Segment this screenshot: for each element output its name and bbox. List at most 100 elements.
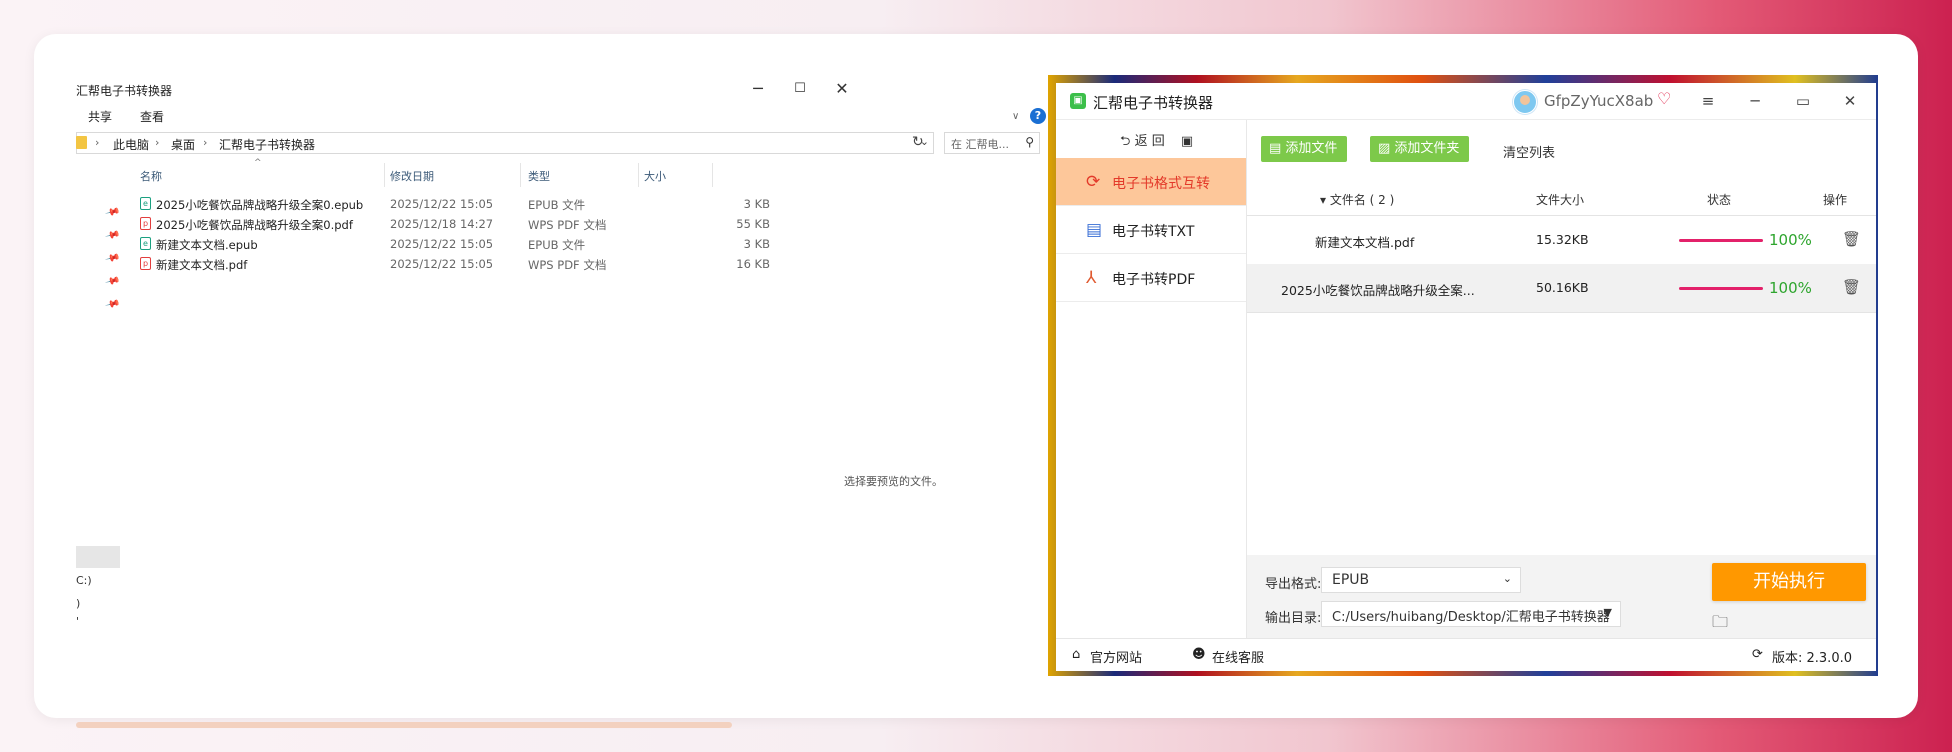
nav-pane-selected-item[interactable] [76,546,120,568]
sidebar-item-label: 电子书转PDF [1112,272,1196,288]
version-text: 版本: 2.3.0.0 [1772,651,1852,666]
pdf-icon: ⅄ [1086,268,1097,288]
converter-window: ▣ 汇帮电子书转换器 GfpZyYucX8ab ♡ ≡ ─ ▭ ✕ ⮌ 返 回 … [1056,83,1876,671]
file-size: 3 KB [743,237,770,251]
export-format-select[interactable]: EPUB ⌄ [1321,567,1521,593]
output-dir-label: 输出目录: [1265,611,1322,626]
address-bar[interactable]: › 此电脑 › 桌面 › 汇帮电子书转换器 ⌄ [76,132,934,154]
app-title: 汇帮电子书转换器 [1093,94,1214,112]
column-action: 操作 [1823,193,1848,207]
breadcrumb-desktop[interactable]: 桌面 [171,136,195,153]
add-folder-button[interactable]: ▨ 添加文件夹 [1370,136,1470,162]
clear-list-button[interactable]: 清空列表 [1503,142,1555,161]
file-name: 新建文本文档.pdf [156,258,248,272]
sidebar-item-format-convert[interactable]: ⟳ 电子书格式互转 [1056,158,1246,206]
column-size[interactable]: 大小 [644,168,666,184]
vip-diamond-icon[interactable]: ♡ [1657,89,1671,108]
column-name[interactable]: 名称 [140,168,162,184]
progress-bar [1679,239,1763,242]
folder-icon [76,136,87,149]
file-size: 55 KB [736,217,770,231]
table-row[interactable]: 新建文本文档.pdf 15.32KB 100% 🗑 [1247,215,1876,265]
column-divider [638,163,639,187]
start-button[interactable]: 开始执行 [1712,563,1866,601]
back-button[interactable]: ⮌ 返 回 ▣ [1120,130,1193,154]
maximize-button[interactable]: ▭ [1791,89,1815,113]
table-row[interactable]: 2025小吃餐饮品牌战略升级全案... 50.16KB 100% 🗑 [1247,264,1876,313]
sidebar: ⮌ 返 回 ▣ ⟳ 电子书格式互转 ▤ 电子书转TXT ⅄ 电子书转PDF [1056,120,1247,638]
column-status: 状态 [1707,193,1732,207]
column-type[interactable]: 类型 [528,168,550,184]
minimize-button[interactable]: ─ [746,77,770,101]
refresh-icon[interactable]: ↻ [912,134,924,150]
column-divider [384,163,385,187]
progress-percent: 100% [1769,279,1812,297]
column-date[interactable]: 修改日期 [390,168,434,184]
chevron-right-icon: › [95,136,100,149]
website-link[interactable]: 官方网站 [1090,647,1142,666]
menu-view[interactable]: 查看 [140,108,164,125]
minimize-button[interactable]: ─ [1743,89,1767,113]
search-input[interactable]: 在 汇帮电... ⚲ [944,132,1040,154]
open-folder-icon[interactable]: 🗀 [1712,611,1728,638]
breadcrumb-this-pc[interactable]: 此电脑 [113,136,149,153]
file-row[interactable]: p 新建文本文档.pdf 2025/12/22 15:05 WPS PDF 文档… [140,255,800,273]
sidebar-item-to-pdf[interactable]: ⅄ 电子书转PDF [1056,254,1246,302]
export-format-value: EPUB [1332,572,1370,588]
footer: ⌂ 官方网站 ☻ 在线客服 ⟳ 版本: 2.3.0.0 [1056,638,1876,671]
nav-pane-item[interactable]: ) [76,597,80,610]
close-button[interactable]: ✕ [830,77,854,101]
file-row[interactable]: p 2025小吃餐饮品牌战略升级全案0.pdf 2025/12/18 14:27… [140,215,800,233]
file-type: WPS PDF 文档 [528,258,607,272]
sort-up-icon: ^ [254,158,262,168]
file-date: 2025/12/22 15:05 [390,197,494,211]
chevron-down-icon: ⌄ [1502,572,1512,585]
output-dir-value: C:/Users/huibang/Desktop/汇帮电子书转换器 [1332,610,1610,625]
epub-file-icon: e [140,237,151,250]
file-name: 新建文本文档.epub [156,238,258,252]
update-icon[interactable]: ⟳ [1752,647,1763,662]
caret-down-icon: ▼ [1603,606,1612,619]
search-icon: ⚲ [1025,135,1034,149]
trash-icon[interactable]: 🗑 [1842,230,1861,248]
file-date: 2025/12/22 15:05 [390,257,494,271]
username[interactable]: GfpZyYucX8ab [1544,92,1653,110]
progress-bar [1679,287,1763,290]
pin-icon: 📌 [104,250,121,267]
breadcrumb-folder[interactable]: 汇帮电子书转换器 [219,136,315,153]
preview-pane-text: 选择要预览的文件。 [844,475,943,488]
maximize-button[interactable]: ☐ [788,77,812,101]
pin-icon: 📌 [104,273,121,290]
row-filesize: 15.32KB [1536,232,1589,247]
row-filesize: 50.16KB [1536,280,1589,295]
help-icon[interactable]: ? [1030,108,1046,124]
title-bar: ▣ 汇帮电子书转换器 GfpZyYucX8ab ♡ ≡ ─ ▭ ✕ [1056,83,1876,120]
file-name: 2025小吃餐饮品牌战略升级全案0.pdf [156,218,353,232]
file-row[interactable]: e 2025小吃餐饮品牌战略升级全案0.epub 2025/12/22 15:0… [140,195,800,213]
trash-icon[interactable]: 🗑 [1842,278,1861,296]
avatar[interactable] [1513,90,1537,114]
file-row[interactable]: e 新建文本文档.epub 2025/12/22 15:05 EPUB 文件 3… [140,235,800,253]
export-format-label: 导出格式: [1265,577,1322,592]
add-file-button[interactable]: ▤ 添加文件 [1261,136,1348,162]
nav-pane-drive[interactable]: C:) [76,574,92,587]
nav-pane-item[interactable]: ' [76,615,79,628]
sidebar-item-to-txt[interactable]: ▤ 电子书转TXT [1056,206,1246,254]
epub-file-icon: e [140,197,151,210]
ribbon-expand-icon[interactable]: ∨ [1012,111,1019,122]
file-explorer-window: 汇帮电子书转换器 ─ ☐ ✕ 共享 查看 ∨ ? › 此电脑 › 桌面 › 汇帮… [76,75,1048,677]
back-arrow-icon: ⮌ [1120,134,1131,149]
menu-share[interactable]: 共享 [88,108,112,125]
column-divider [520,163,521,187]
support-link[interactable]: 在线客服 [1212,647,1264,666]
pdf-file-icon: p [140,217,151,230]
menu-icon[interactable]: ≡ [1696,89,1720,113]
close-button[interactable]: ✕ [1838,89,1862,113]
output-dir-select[interactable]: C:/Users/huibang/Desktop/汇帮电子书转换器 ▼ [1321,601,1621,627]
file-size: 3 KB [743,197,770,211]
file-type: WPS PDF 文档 [528,218,607,232]
row-filename: 新建文本文档.pdf [1315,235,1415,250]
pin-icon: 📌 [104,296,121,313]
column-filename[interactable]: ▾ 文件名 ( 2 ) [1320,191,1394,208]
file-type: EPUB 文件 [528,238,586,252]
